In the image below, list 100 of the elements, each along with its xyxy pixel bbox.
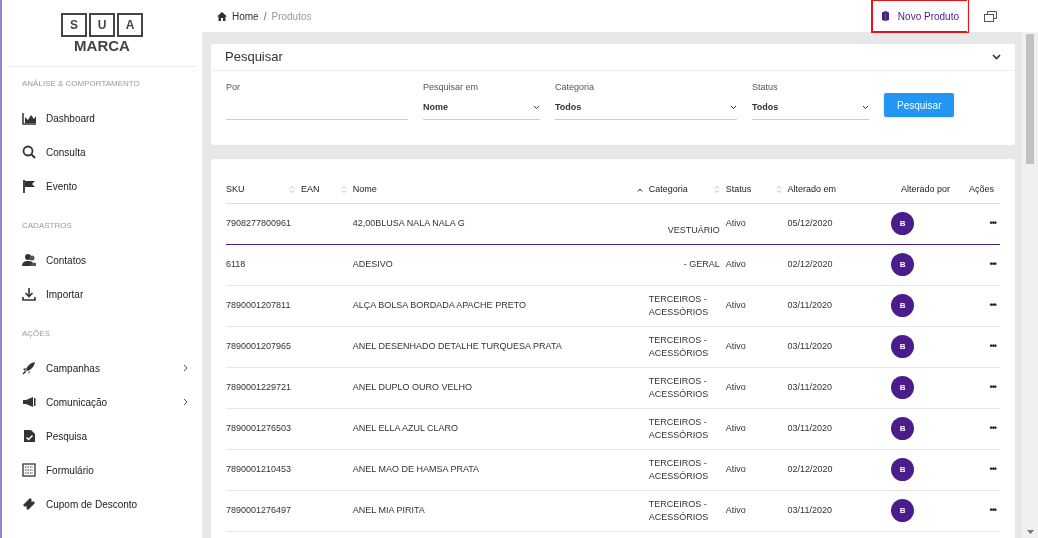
table-cell: ANEL DESENHADO DETALHE TURQUESA PRATA [352,326,649,367]
avatar: B [891,212,915,235]
table-cell: 03/11/2020 [787,367,877,408]
table-cell: 05/12/2020 [787,203,877,244]
table-cell: 03/11/2020 [787,326,877,367]
column-header[interactable]: SKU [226,177,301,203]
scrollbar-thumb[interactable] [1026,34,1034,164]
more-button[interactable]: ••• [989,503,996,518]
table-cell: Ativo [725,326,788,367]
chevron-down-icon [862,105,869,110]
more-button[interactable]: ••• [989,257,996,272]
table-cell: 7890001207811 [226,285,301,326]
sidebar-item[interactable]: Pesquisa [2,419,202,453]
sidebar-item[interactable]: Dashboard [2,101,202,135]
sidebar-item[interactable]: Importar [2,277,202,311]
windows-icon[interactable] [983,10,997,22]
sidebar-item[interactable]: Campanhas [2,351,202,385]
table-row[interactable]: 7890001207965 ANEL DESENHADO DETALHE TURQUESA PRATA TERCEIROS - ACESSÓRIOS Ativo 03/11/2020 B ••• [226,326,1000,367]
table-cell: TERCEIROS - ACESSÓRIOS [648,285,726,326]
breadcrumb-separator: / [263,9,267,24]
table-cell: Ativo [725,367,788,408]
sidebar-item[interactable]: Formulário [2,453,202,487]
avatar: B [891,376,915,399]
table-cell: 03/11/2020 [787,285,877,326]
table-cell: TERCEIROS - ACESSÓRIOS [648,326,726,367]
scroll-down-icon[interactable] [1026,530,1034,534]
logo-letter: A [117,12,143,37]
avatar: B [891,253,915,276]
table-cell: 42,00BLUSA NALA NALA G [352,203,649,244]
table-cell: TERCEIROS - ACESSÓRIOS [648,490,726,531]
table-cell: ALÇA BOLSA BORDADA APACHE PRETO [352,285,649,326]
table-cell: 7890001207965 [226,326,301,367]
logo-word: MARCA [74,37,130,54]
avatar: B [891,294,915,317]
column-header: Alterado em [787,177,877,203]
table-row[interactable]: 7890001229721 ANEL DUPLO OURO VELHO TERCEIROS - ACESSÓRIOS Ativo 03/11/2020 B ••• [226,367,1000,408]
select-field[interactable]: Nome [423,96,540,120]
table-cell: Ativo [725,449,788,490]
table-cell: 7890001229721 [226,367,301,408]
ticket-icon [22,497,36,511]
select-field[interactable]: Todos [752,96,869,120]
avatar: B [891,458,915,481]
table-cell: ANEL DUPLO OURO VELHO [352,367,649,408]
table-cell: Ativo [725,408,788,449]
form-icon [22,463,36,477]
table-cell: Ativo [725,285,788,326]
breadcrumb-link[interactable]: Home [232,8,259,24]
column-header: Ações [956,177,1000,203]
table-cell: Ativo [725,490,788,531]
card-title: Pesquisar [225,48,283,67]
table-row[interactable]: 7890001210453 ANEL MAO DE HAMSA PRATA TERCEIROS - ACESSÓRIOS Ativo 02/12/2020 B ••• [226,449,1000,490]
table-cell: VESTUÁRIO [648,203,726,244]
table-cell: 7908277800961 [226,203,301,244]
new-product-button[interactable]: Novo Produto [872,1,967,31]
chart-icon [22,111,36,125]
table-cell: 02/12/2020 [787,449,877,490]
search-icon [22,145,36,159]
scrollbar[interactable] [1022,32,1038,538]
column-header[interactable]: Categoria [648,177,726,203]
sidebar-item[interactable]: Evento [2,169,202,203]
column-header[interactable]: Nome [352,177,649,203]
table-row[interactable]: 7890001276503 ANEL ELLA AZUL CLARO TERCEIROS - ACESSÓRIOS Ativo 03/11/2020 B ••• [226,408,1000,449]
sidebar-item[interactable]: Cupom de Desconto [2,487,202,521]
sidebar-item[interactable]: Consulta [2,135,202,169]
more-button[interactable]: ••• [989,462,996,477]
column-header[interactable]: Status [725,177,788,203]
more-button[interactable]: ••• [989,298,996,313]
table-row[interactable]: 6118 ADESIVO - GERAL Ativo 02/12/2020 B ••• [226,244,1000,285]
more-button[interactable]: ••• [989,339,996,354]
table-row[interactable]: 7890001207811 ALÇA BOLSA BORDADA APACHE PRETO TERCEIROS - ACESSÓRIOS Ativo 03/11/2020 B ••• [226,285,1000,326]
sidebar-item[interactable]: Comunicação [2,385,202,419]
table-cell: 7890001276497 [226,490,301,531]
table-cell: 6118 [226,244,301,285]
column-header: Alterado por [876,177,957,203]
chevron-down-icon [533,105,540,110]
table-row[interactable]: 7908277800961 42,00BLUSA NALA NALA G VESTUÁRIO Ativo 05/12/2020 B ••• [226,203,1000,244]
flag-icon [22,179,36,193]
table-cell: Ativo [725,203,788,244]
more-button[interactable]: ••• [989,380,996,395]
chevron-down-icon [730,105,737,110]
table-cell: - GERAL [648,244,726,285]
more-button[interactable]: ••• [989,421,996,436]
table-cell: ANEL MAO DE HAMSA PRATA [352,449,649,490]
sidebar-item[interactable]: Contatos [2,243,202,277]
table-cell: ANEL MIA PIRITA [352,490,649,531]
rocket-icon [22,361,36,375]
section-heading: CADASTROS [21,220,73,232]
column-header[interactable]: EAN [300,177,353,203]
avatar: B [891,335,915,358]
people-icon [22,253,36,267]
table-cell: ANEL ELLA AZUL CLARO [352,408,649,449]
field-label: Por [226,81,241,94]
field-label: Categoria [555,81,596,94]
more-button[interactable]: ••• [989,216,996,231]
table-cell: TERCEIROS - ACESSÓRIOS [648,367,726,408]
table-row[interactable]: 7890001276497 ANEL MIA PIRITA TERCEIROS - ACESSÓRIOS Ativo 03/11/2020 B ••• [226,490,1000,531]
avatar: B [891,417,915,440]
select-field[interactable]: Todos [555,96,737,120]
chevron-down-icon[interactable] [992,54,1001,60]
field-label: Status [752,81,779,94]
